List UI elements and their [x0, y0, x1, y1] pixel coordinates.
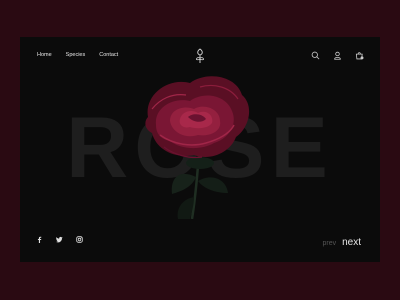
nav-item-home[interactable]: Home — [37, 52, 52, 58]
prev-button[interactable]: prev — [322, 240, 336, 247]
rose-logo-icon[interactable] — [194, 48, 206, 64]
landing-panel: Home Species Contact ROSE — [20, 37, 380, 262]
main-nav: Home Species Contact — [37, 52, 118, 58]
search-icon[interactable] — [311, 51, 320, 60]
header-actions — [311, 51, 364, 60]
user-icon[interactable] — [333, 51, 342, 60]
slide-pager: prev next — [322, 237, 361, 248]
instagram-icon[interactable] — [76, 236, 83, 243]
social-links — [36, 236, 83, 243]
next-button[interactable]: next — [342, 237, 361, 248]
facebook-icon[interactable] — [36, 236, 43, 243]
cart-icon[interactable] — [355, 51, 364, 60]
rose-image — [145, 76, 250, 219]
nav-item-contact[interactable]: Contact — [99, 52, 118, 58]
nav-item-species[interactable]: Species — [66, 52, 86, 58]
twitter-icon[interactable] — [56, 236, 63, 243]
